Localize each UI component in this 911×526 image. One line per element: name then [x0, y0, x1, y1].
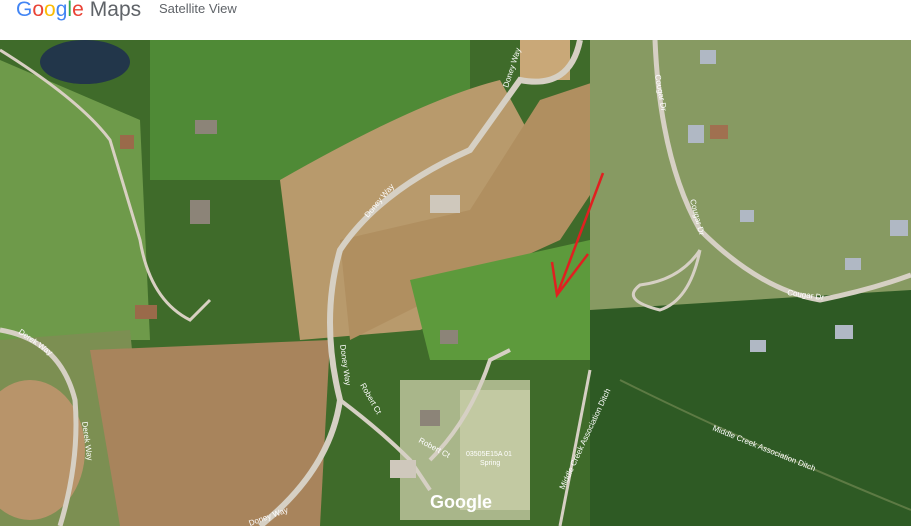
building	[120, 135, 134, 149]
building	[740, 210, 754, 222]
building	[890, 220, 908, 236]
building	[440, 330, 458, 344]
building	[688, 125, 704, 143]
parcel-spring-label: Spring	[480, 460, 500, 467]
google-watermark: Google	[430, 492, 492, 512]
building	[390, 460, 416, 478]
building	[420, 410, 440, 426]
building	[710, 125, 728, 139]
pond	[40, 40, 130, 84]
building	[750, 340, 766, 352]
building	[835, 325, 853, 339]
building	[430, 195, 460, 213]
building	[135, 305, 157, 319]
building	[845, 258, 861, 270]
satellite-map[interactable]: Doney Way Doney Way Doney Way Doney Way …	[0, 40, 911, 526]
header-bar: Google Maps Satellite View	[0, 0, 911, 40]
maps-logo-text: Maps	[89, 0, 142, 21]
parcel-id-label: 03505E15A 01	[466, 451, 512, 458]
view-mode-label: Satellite View	[159, 1, 237, 16]
building	[700, 50, 716, 64]
building	[195, 120, 217, 134]
building	[190, 200, 210, 224]
google-maps-logo[interactable]: Google Maps	[16, 0, 141, 23]
